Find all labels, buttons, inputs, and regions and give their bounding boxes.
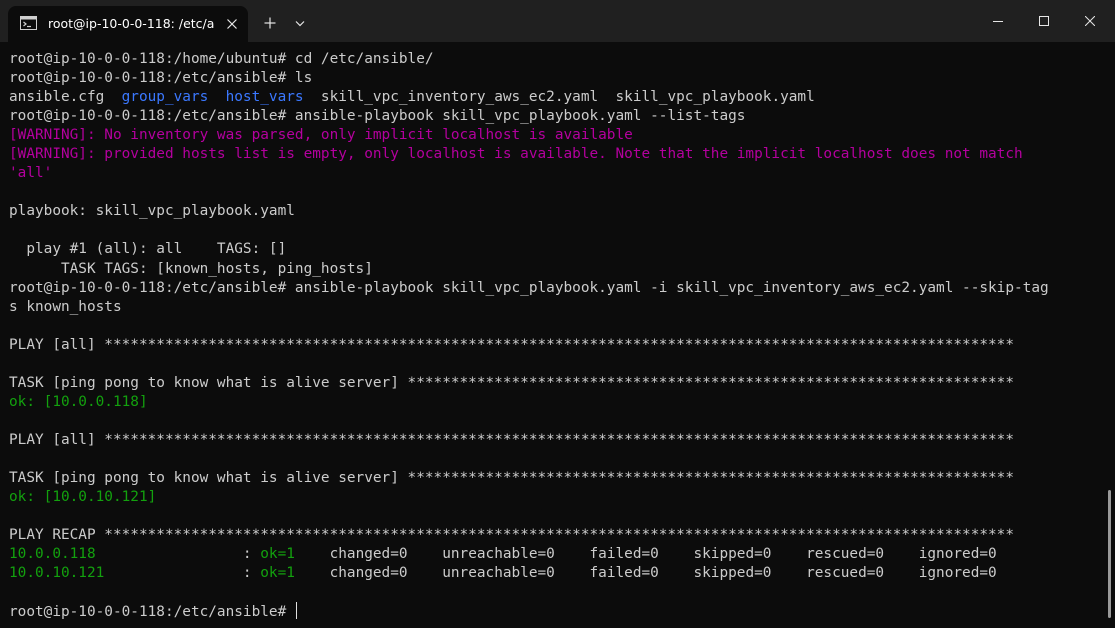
terminal-line-segment: changed=0 unreachable=0 failed=0 skipped… <box>294 546 997 563</box>
maximize-button[interactable] <box>1021 0 1067 42</box>
close-window-button[interactable] <box>1067 0 1113 42</box>
terminal-line-segment: PLAY [all] *****************************… <box>9 336 1015 353</box>
terminal-line: 10.0.0.118 : ok=1 changed=0 unreachable=… <box>9 545 1049 564</box>
terminal-line: root@ip-10-0-0-118:/home/ubuntu# cd /etc… <box>9 50 1049 69</box>
terminal-line-segment: ok=1 <box>260 565 295 582</box>
terminal-line-segment: PLAY RECAP *****************************… <box>9 527 1015 544</box>
terminal-line-segment: root@ip-10-0-0-118:/etc/ansible# ls <box>9 70 313 87</box>
terminal-line-segment: TASK [ping pong to know what is alive se… <box>9 374 1015 391</box>
terminal-line: s known_hosts <box>9 298 1049 317</box>
terminal-line-segment: : <box>95 546 261 563</box>
chevron-down-icon <box>295 21 305 27</box>
tab-title: root@ip-10-0-0-118: /etc/ansil <box>48 16 214 31</box>
terminal-line-segment: 10.0.10.121 <box>9 565 105 582</box>
terminal-line-segment: root@ip-10-0-0-118:/etc/ansible# ansible… <box>9 279 1049 296</box>
terminal-line: root@ip-10-0-0-118:/etc/ansible# ls <box>9 69 1049 88</box>
terminal-window: root@ip-10-0-0-118: /etc/ansil <box>0 0 1115 628</box>
terminal-line: [WARNING]: provided hosts list is empty,… <box>9 145 1049 164</box>
terminal-line-segment: [WARNING]: provided hosts list is empty,… <box>9 146 1023 163</box>
terminal-line: ansible.cfg group_vars host_vars skill_v… <box>9 88 1049 107</box>
terminal-line: root@ip-10-0-0-118:/etc/ansible# ansible… <box>9 279 1049 298</box>
terminal-line: ok: [10.0.0.118] <box>9 393 1049 412</box>
terminal-line-segment: 10.0.0.118 <box>9 546 96 563</box>
terminal-line-segment: PLAY [all] *****************************… <box>9 431 1015 448</box>
terminal-line-segment <box>208 89 225 105</box>
terminal-line-segment: group_vars <box>121 89 209 106</box>
terminal-line-segment: s known_hosts <box>9 298 122 315</box>
terminal-line-segment: skill_vpc_inventory_aws_ec2.yaml skill_v… <box>303 89 815 106</box>
new-tab-button[interactable] <box>258 11 282 35</box>
terminal-line-segment: ok: [10.0.10.121] <box>9 489 157 506</box>
terminal-line: ok: [10.0.10.121] <box>9 488 1049 507</box>
terminal-line: PLAY [all] *****************************… <box>9 336 1049 355</box>
terminal-line-segment: playbook: skill_vpc_playbook.yaml <box>9 203 295 220</box>
terminal-line: TASK [ping pong to know what is alive se… <box>9 469 1049 488</box>
terminal-line: root@ip-10-0-0-118:/etc/ansible# <box>9 602 1049 621</box>
terminal-line: PLAY RECAP *****************************… <box>9 526 1049 545</box>
terminal-line: playbook: skill_vpc_playbook.yaml <box>9 202 1049 221</box>
scrollbar-thumb[interactable] <box>1108 490 1111 618</box>
minimize-icon <box>993 21 1003 22</box>
terminal-line-segment: ok=1 <box>260 546 295 563</box>
terminal-line-segment: play #1 (all): all TAGS: [] <box>9 241 287 258</box>
terminal-line-segment: root@ip-10-0-0-118:/etc/ansible# ansible… <box>9 108 746 125</box>
terminal-line-segment: root@ip-10-0-0-118:/etc/ansible# <box>9 604 295 621</box>
terminal-line: 10.0.10.121 : ok=1 changed=0 unreachable… <box>9 564 1049 583</box>
terminal-line: root@ip-10-0-0-118:/etc/ansible# ansible… <box>9 107 1049 126</box>
close-icon <box>1085 16 1095 26</box>
terminal-line: [WARNING]: No inventory was parsed, only… <box>9 126 1049 145</box>
title-bar[interactable]: root@ip-10-0-0-118: /etc/ansil <box>0 0 1115 42</box>
terminal-line: TASK TAGS: [known_hosts, ping_hosts] <box>9 260 1049 279</box>
terminal-line-segment: ansible.cfg <box>9 89 122 106</box>
terminal-line-segment: [WARNING]: No inventory was parsed, only… <box>9 127 633 144</box>
terminal-line-segment: host_vars <box>225 89 304 106</box>
terminal-line: 'all' <box>9 164 1049 183</box>
tab-terminal[interactable]: root@ip-10-0-0-118: /etc/ansil <box>8 6 248 42</box>
terminal-line: TASK [ping pong to know what is alive se… <box>9 374 1049 393</box>
close-icon <box>227 19 237 29</box>
terminal-icon <box>20 16 37 30</box>
tab-dropdown-button[interactable] <box>289 11 311 35</box>
maximize-icon <box>1039 16 1049 26</box>
close-tab-button[interactable] <box>222 14 242 34</box>
terminal-line: play #1 (all): all TAGS: [] <box>9 240 1049 259</box>
terminal-output[interactable]: root@ip-10-0-0-118:/home/ubuntu# cd /etc… <box>0 42 1115 628</box>
minimize-button[interactable] <box>975 0 1021 42</box>
plus-icon <box>264 17 276 29</box>
text-cursor <box>295 602 297 620</box>
terminal-line-segment: : <box>104 565 261 582</box>
terminal-line-segment: TASK TAGS: [known_hosts, ping_hosts] <box>9 260 373 277</box>
terminal-line-segment: TASK [ping pong to know what is alive se… <box>9 470 1015 487</box>
terminal-line-segment: ok: [10.0.0.118] <box>9 393 148 410</box>
terminal-line: PLAY [all] *****************************… <box>9 431 1049 450</box>
terminal-line-segment: root@ip-10-0-0-118:/home/ubuntu# cd /etc… <box>9 51 434 67</box>
terminal-line-segment: 'all' <box>9 165 53 182</box>
terminal-text[interactable]: root@ip-10-0-0-118:/home/ubuntu# cd /etc… <box>9 50 1049 621</box>
terminal-line-segment: changed=0 unreachable=0 failed=0 skipped… <box>294 565 997 582</box>
